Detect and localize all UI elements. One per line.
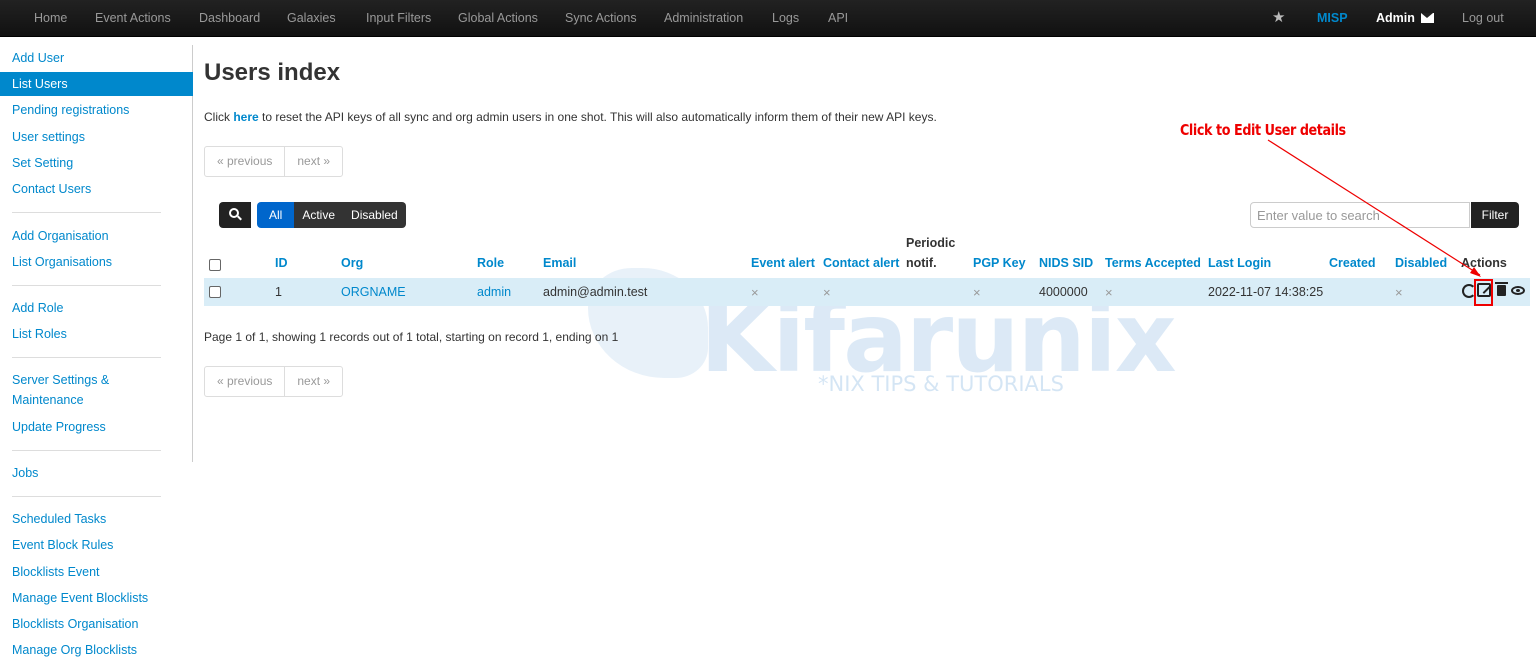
info-prefix: Click	[204, 110, 234, 124]
sidebar-item-add-organisation[interactable]: Add Organisation	[0, 224, 193, 248]
info-suffix: to reset the API keys of all sync and or…	[258, 110, 937, 124]
trash-icon[interactable]	[1495, 282, 1508, 296]
col-periodic-notif-line2: notif.	[906, 256, 937, 270]
reset-api-keys-info: Click here to reset the API keys of all …	[204, 110, 937, 124]
sidebar-item-scheduled-tasks[interactable]: Scheduled Tasks	[0, 507, 193, 531]
col-contact-alert[interactable]: Contact alert	[823, 256, 899, 270]
cell-nids-sid: 4000000	[1039, 285, 1088, 299]
sidebar-item-update-progress[interactable]: Update Progress	[0, 415, 193, 439]
sidebar-item-add-role[interactable]: Add Role	[0, 296, 193, 320]
cell-pgp-key: ×	[973, 285, 981, 300]
star-icon[interactable]: ★	[1272, 0, 1285, 36]
filter-button[interactable]: Filter	[1471, 202, 1519, 228]
col-event-alert[interactable]: Event alert	[751, 256, 815, 270]
nav-administration[interactable]: Administration	[664, 0, 743, 36]
cell-event-alert: ×	[751, 285, 759, 300]
nav-logs[interactable]: Logs	[772, 0, 799, 36]
nav-galaxies[interactable]: Galaxies	[287, 0, 336, 36]
sidebar-item-jobs[interactable]: Jobs	[0, 461, 193, 485]
col-periodic-notif-line1: Periodic	[906, 236, 956, 250]
user-name: Admin	[1376, 11, 1415, 25]
sidebar-item-event-block-rules[interactable]: Event Block Rules	[0, 533, 193, 557]
sidebar-divider	[12, 496, 161, 497]
sidebar-item-maintenance[interactable]: Maintenance	[0, 388, 193, 412]
filter-active-button[interactable]: Active	[294, 202, 344, 228]
nav-home[interactable]: Home	[34, 0, 67, 36]
col-created[interactable]: Created	[1329, 256, 1376, 270]
col-pgp-key[interactable]: PGP Key	[973, 256, 1026, 270]
sidebar-item-blocklists-organisation[interactable]: Blocklists Organisation	[0, 612, 193, 636]
filter-toggle-group: All Active Disabled	[219, 202, 406, 228]
nav-global-actions[interactable]: Global Actions	[458, 0, 538, 36]
sidebar-item-add-user[interactable]: Add User	[0, 46, 193, 70]
sidebar-item-manage-org-blocklists[interactable]: Manage Org Blocklists	[0, 638, 193, 662]
cell-contact-alert: ×	[823, 285, 831, 300]
filter-search-input[interactable]	[1250, 202, 1470, 228]
sidebar-item-contact-users[interactable]: Contact Users	[0, 177, 193, 201]
col-nids-sid[interactable]: NIDS SID	[1039, 256, 1093, 270]
previous-page-button[interactable]: « previous	[205, 147, 284, 176]
sidebar-item-set-setting[interactable]: Set Setting	[0, 151, 193, 175]
cell-role[interactable]: admin	[477, 285, 511, 299]
cell-id: 1	[275, 285, 282, 299]
row-checkbox[interactable]	[209, 286, 221, 298]
nav-dashboard[interactable]: Dashboard	[199, 0, 260, 36]
select-all-checkbox[interactable]	[209, 259, 221, 271]
col-actions: Actions	[1461, 256, 1507, 270]
nav-api[interactable]: API	[828, 0, 848, 36]
search-button[interactable]	[219, 202, 251, 228]
sidebar-divider	[12, 285, 161, 286]
pagination-top: « previous next »	[204, 146, 344, 177]
nav-input-filters[interactable]: Input Filters	[366, 0, 431, 36]
col-org[interactable]: Org	[341, 256, 363, 270]
mail-icon[interactable]	[1420, 13, 1434, 23]
sidebar-item-list-organisations[interactable]: List Organisations	[0, 250, 193, 274]
cell-email: admin@admin.test	[543, 285, 648, 299]
user-menu[interactable]: Admin	[1376, 0, 1434, 36]
page-title: Users index	[204, 59, 341, 86]
edit-highlight-box	[1474, 279, 1493, 306]
cell-disabled: ×	[1395, 285, 1403, 300]
annotation-label: Click to Edit User details	[1180, 121, 1346, 139]
logout-link[interactable]: Log out	[1462, 0, 1504, 36]
col-id[interactable]: ID	[275, 256, 288, 270]
sidebar-item-list-users[interactable]: List Users	[0, 72, 193, 96]
col-last-login[interactable]: Last Login	[1208, 256, 1271, 270]
col-terms-accepted[interactable]: Terms Accepted	[1105, 256, 1201, 270]
sidebar-divider	[12, 212, 161, 213]
filter-disabled-button[interactable]: Disabled	[343, 202, 406, 228]
sidebar-item-pending-registrations[interactable]: Pending registrations	[0, 98, 193, 122]
sidebar-divider	[12, 357, 161, 358]
top-navbar: Home Event Actions Dashboard Galaxies In…	[0, 0, 1536, 37]
filter-all-button[interactable]: All	[257, 202, 295, 228]
col-role[interactable]: Role	[477, 256, 504, 270]
cell-org[interactable]: ORGNAME	[341, 285, 406, 299]
nav-sync-actions[interactable]: Sync Actions	[565, 0, 637, 36]
misp-brand[interactable]: MISP	[1317, 0, 1348, 36]
next-page-button[interactable]: next »	[284, 367, 342, 396]
previous-page-button[interactable]: « previous	[205, 367, 284, 396]
sidebar-item-manage-event-blocklists[interactable]: Manage Event Blocklists	[0, 586, 193, 610]
watermark-tagline: *NIX TIPS & TUTORIALS	[818, 372, 1064, 396]
cell-terms-accepted: ×	[1105, 285, 1113, 300]
sidebar-item-blocklists-event[interactable]: Blocklists Event	[0, 560, 193, 584]
col-email[interactable]: Email	[543, 256, 576, 270]
reset-keys-link[interactable]: here	[233, 110, 258, 124]
cell-last-login: 2022-11-07 14:38:25	[1208, 285, 1324, 299]
next-page-button[interactable]: next »	[284, 147, 342, 176]
pagination-bottom: « previous next »	[204, 366, 344, 397]
sidebar-item-user-settings[interactable]: User settings	[0, 125, 193, 149]
col-disabled[interactable]: Disabled	[1395, 256, 1447, 270]
sidebar-item-list-roles[interactable]: List Roles	[0, 322, 193, 346]
sync-icon[interactable]	[1461, 283, 1476, 298]
nav-event-actions[interactable]: Event Actions	[95, 0, 171, 36]
eye-icon[interactable]	[1511, 286, 1525, 295]
pagination-summary: Page 1 of 1, showing 1 records out of 1 …	[204, 330, 619, 344]
sidebar-divider	[12, 450, 161, 451]
